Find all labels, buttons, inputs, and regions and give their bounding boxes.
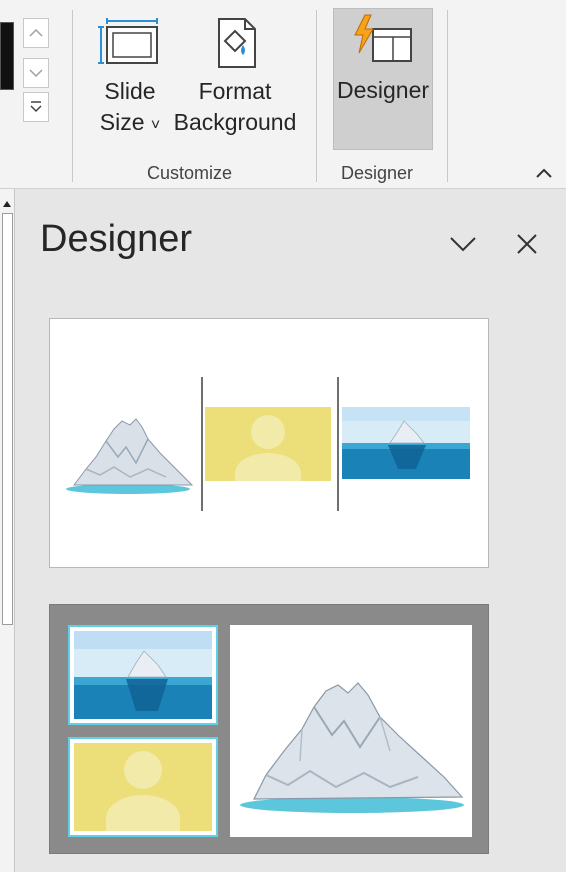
pane-close-button[interactable] [511,228,543,260]
design-idea-1[interactable] [49,318,489,568]
dropdown-caret-icon: ˅ [150,117,161,134]
chevron-down-icon [29,69,43,78]
layout-divider [201,377,203,511]
pane-options-button[interactable] [447,228,479,260]
group-divider [72,10,73,182]
scroll-up-button[interactable] [0,197,13,211]
scrollbar-thumb[interactable] [2,213,13,625]
theme-gallery-preview[interactable] [0,22,14,90]
slide-size-icon [95,10,165,76]
ribbon: Slide Size ˅ Format Background Customize [0,0,566,189]
gallery-scroll-down-button[interactable] [23,58,49,88]
group-label-designer: Designer [341,163,414,183]
format-background-icon [200,10,270,76]
format-background-label-line2: Background [173,109,297,135]
picture-placeholder [205,407,331,481]
picture-placeholder [74,743,212,831]
iceberg-image [66,418,194,494]
close-icon [517,234,537,254]
iceberg-underwater-image [74,631,212,719]
slide-thumbnail-strip [0,189,15,872]
slide-size-button[interactable]: Slide Size ˅ [90,10,170,141]
triangle-up-icon [2,201,11,207]
chevron-down-icon [450,237,476,252]
picture-frame [68,737,218,837]
group-divider [447,10,448,182]
slide-size-label-line2: Size ˅ [99,109,161,135]
more-icon [30,101,42,113]
group-label-customize: Customize [147,163,233,183]
designer-ribbon-label: Designer [336,77,430,103]
picture-frame [68,625,218,725]
layout-divider [337,377,339,511]
iceberg-image [240,682,464,813]
gallery-scroll-up-button[interactable] [23,18,49,48]
iceberg-underwater-image [342,407,470,479]
chevron-up-icon [536,168,552,178]
format-background-label-line1: Format [198,78,272,104]
chevron-up-icon [29,28,43,37]
pane-title: Designer [40,218,193,260]
collapse-ribbon-button[interactable] [530,160,558,186]
gallery-more-button[interactable] [23,92,49,122]
design-idea-2[interactable] [49,604,489,854]
format-background-button[interactable]: Format Background [170,10,300,138]
designer-ribbon-button[interactable]: Designer [333,8,433,150]
main-picture-area [230,625,472,837]
slide-size-label-line1: Slide [104,78,156,104]
designer-icon [348,9,418,75]
group-divider [316,10,317,182]
